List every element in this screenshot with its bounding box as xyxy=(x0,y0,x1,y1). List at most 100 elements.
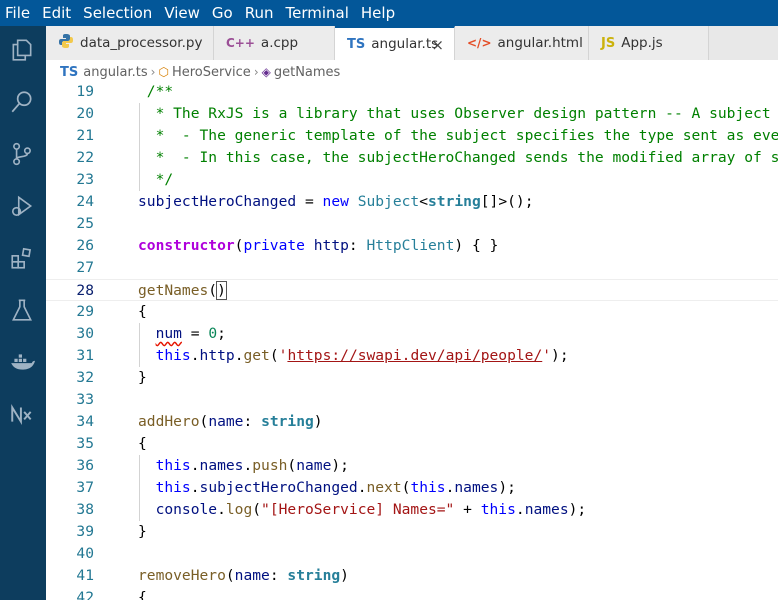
code-line[interactable]: 21 * - The generic template of the subje… xyxy=(46,125,778,147)
line-number: 24 xyxy=(76,193,94,210)
python-icon xyxy=(58,33,74,53)
tab-data-processor[interactable]: data_processor.py xyxy=(46,26,214,60)
indent-guide xyxy=(139,323,140,367)
source-control-icon[interactable] xyxy=(8,140,36,168)
tab-a-cpp[interactable]: C++ a.cpp xyxy=(214,26,335,60)
code-text: subjectHeroChanged = new Subject<string[… xyxy=(138,193,534,210)
code-text: { xyxy=(138,303,147,320)
breadcrumb-file[interactable]: angular.ts xyxy=(83,65,147,80)
docker-icon[interactable] xyxy=(8,348,36,376)
code-text: this.subjectHeroChanged.next(this.names)… xyxy=(155,479,516,496)
code-line[interactable]: 31 this.http.get('https://swapi.dev/api/… xyxy=(46,345,778,367)
line-number: 27 xyxy=(76,259,94,276)
breadcrumb-class[interactable]: HeroService xyxy=(172,65,251,80)
line-number: 32 xyxy=(76,369,94,386)
code-text: removeHero(name: string) xyxy=(138,567,349,584)
tab-label: App.js xyxy=(621,35,663,51)
code-editor[interactable]: 19 /** 20 * The RxJS is a library that us… xyxy=(46,84,778,600)
code-text: } xyxy=(138,523,147,540)
code-text: /** xyxy=(138,84,174,100)
code-line[interactable]: 41 removeHero(name: string) xyxy=(46,565,778,587)
menu-go[interactable]: Go xyxy=(206,0,239,26)
code-text: */ xyxy=(138,171,174,188)
line-number: 26 xyxy=(76,237,94,254)
code-line[interactable]: 22 * - In this case, the subjectHeroChan… xyxy=(46,147,778,169)
line-number: 21 xyxy=(76,127,94,144)
tab-angular-ts[interactable]: TS angular.ts × xyxy=(335,26,455,60)
tab-app-js[interactable]: JS App.js xyxy=(589,26,709,60)
line-number: 38 xyxy=(76,501,94,518)
line-number: 19 xyxy=(76,84,94,100)
code-text: addHero(name: string) xyxy=(138,413,323,430)
code-text: * - The generic template of the subject … xyxy=(138,127,778,144)
code-line[interactable]: 37 this.subjectHeroChanged.next(this.nam… xyxy=(46,477,778,499)
code-line[interactable]: 42 { xyxy=(46,587,778,600)
code-line[interactable]: 40 xyxy=(46,543,778,565)
chevron-right-icon: › xyxy=(150,65,156,79)
code-line[interactable]: 34 addHero(name: string) xyxy=(46,411,778,433)
line-number: 25 xyxy=(76,215,94,232)
code-text: getNames() xyxy=(138,281,227,300)
menu-terminal[interactable]: Terminal xyxy=(280,0,355,26)
code-text: num = 0; xyxy=(155,325,226,342)
line-number: 34 xyxy=(76,413,94,430)
menu-edit[interactable]: Edit xyxy=(36,0,77,26)
search-icon[interactable] xyxy=(8,88,36,116)
code-line[interactable]: 26 constructor(private http: HttpClient) … xyxy=(46,235,778,257)
menu-file[interactable]: File xyxy=(0,0,36,26)
code-line[interactable]: 30 num = 0; xyxy=(46,323,778,345)
code-line[interactable]: 23 */ xyxy=(46,169,778,191)
tab-label: angular.ts xyxy=(371,36,439,52)
code-text: this.names.push(name); xyxy=(155,457,349,474)
cpp-icon: C++ xyxy=(226,36,255,50)
line-number: 41 xyxy=(76,567,94,584)
code-line[interactable]: 36 this.names.push(name); xyxy=(46,455,778,477)
editor-tab-bar: data_processor.py C++ a.cpp TS angular.t… xyxy=(46,26,778,60)
code-text: constructor(private http: HttpClient) { … xyxy=(138,237,499,254)
menu-view[interactable]: View xyxy=(158,0,206,26)
typescript-icon: TS xyxy=(60,64,79,80)
breadcrumb: TS angular.ts › ⬡ HeroService › ◈ getNam… xyxy=(46,60,778,84)
line-number: 22 xyxy=(76,149,94,166)
code-text: this.http.get('https://swapi.dev/api/peo… xyxy=(155,347,569,364)
code-text: console.log("[HeroService] Names=" + thi… xyxy=(155,501,587,518)
code-line[interactable]: 33 xyxy=(46,389,778,411)
code-line[interactable]: 39} xyxy=(46,521,778,543)
html-icon: </> xyxy=(467,36,492,50)
testing-flask-icon[interactable] xyxy=(8,296,36,324)
line-number: 31 xyxy=(76,347,94,364)
menu-help[interactable]: Help xyxy=(355,0,401,26)
line-number: 37 xyxy=(76,479,94,496)
tab-angular-html[interactable]: </> angular.html xyxy=(455,26,589,60)
line-number: 29 xyxy=(76,303,94,320)
code-text: } xyxy=(138,369,147,386)
code-line[interactable]: 28 getNames() xyxy=(46,279,778,301)
breadcrumb-method[interactable]: getNames xyxy=(274,65,340,80)
explorer-icon[interactable] xyxy=(8,36,36,64)
code-text: * The RxJS is a library that uses Observ… xyxy=(138,105,778,122)
close-icon[interactable]: × xyxy=(431,36,444,54)
menu-run[interactable]: Run xyxy=(239,0,280,26)
menu-selection[interactable]: Selection xyxy=(77,0,158,26)
line-number: 35 xyxy=(76,435,94,452)
line-number: 33 xyxy=(76,391,94,408)
line-number: 20 xyxy=(76,105,94,122)
tab-label: data_processor.py xyxy=(80,35,203,51)
code-text: * - In this case, the subjectHeroChanged… xyxy=(138,149,778,166)
code-text: { xyxy=(138,435,147,452)
code-line[interactable]: 24 subjectHeroChanged = new Subject<strin… xyxy=(46,191,778,213)
code-line[interactable]: 25 xyxy=(46,213,778,235)
code-line[interactable]: 19 /** xyxy=(46,84,778,103)
code-text: { xyxy=(138,589,147,600)
code-line[interactable]: 38 console.log("[HeroService] Names=" + … xyxy=(46,499,778,521)
extensions-icon[interactable] xyxy=(8,244,36,272)
code-line[interactable]: 20 * The RxJS is a library that uses Obs… xyxy=(46,103,778,125)
code-line[interactable]: 35 { xyxy=(46,433,778,455)
line-number: 36 xyxy=(76,457,94,474)
code-line[interactable]: 32} xyxy=(46,367,778,389)
code-line[interactable]: 27 xyxy=(46,257,778,279)
code-line[interactable]: 29 { xyxy=(46,301,778,323)
line-number: 30 xyxy=(76,325,94,342)
nx-console-icon[interactable] xyxy=(8,400,36,428)
run-debug-icon[interactable] xyxy=(8,192,36,220)
